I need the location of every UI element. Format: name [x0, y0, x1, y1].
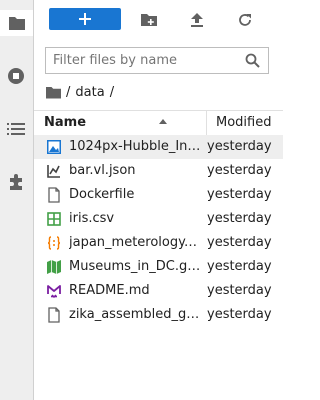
file-modified: yesterday	[207, 259, 272, 274]
markdown-icon	[46, 283, 62, 299]
extension-puzzle-icon[interactable]	[4, 170, 28, 194]
search-icon	[245, 53, 260, 68]
file-name: README.md	[69, 283, 150, 298]
file-name: Museums_in_DC.geojson	[69, 259, 201, 274]
file-icon	[46, 187, 62, 203]
map-icon	[46, 259, 62, 275]
file-row[interactable]: japan_meterology.json yesterday	[34, 231, 283, 255]
file-modified: yesterday	[207, 139, 272, 154]
json-icon	[46, 235, 62, 251]
table-of-contents-icon[interactable]	[4, 117, 28, 141]
sort-ascending-icon	[159, 119, 167, 124]
refresh-button[interactable]	[233, 8, 257, 32]
upload-button[interactable]	[185, 8, 209, 32]
image-icon	[46, 139, 62, 155]
breadcrumb-folder-data[interactable]: data	[75, 85, 104, 100]
spreadsheet-icon	[46, 211, 62, 227]
breadcrumb: / data /	[46, 83, 114, 101]
file-name: japan_meterology.json	[69, 235, 201, 250]
file-modified: yesterday	[207, 163, 272, 178]
file-row[interactable]: 1024px-Hubble_Interacting_Galaxy_AM_0500…	[34, 135, 283, 159]
file-row[interactable]: iris.csv yesterday	[34, 207, 283, 231]
file-modified: yesterday	[207, 211, 272, 226]
plus-icon	[79, 13, 91, 25]
filter-box	[45, 47, 269, 74]
file-list: 1024px-Hubble_Interacting_Galaxy_AM_0500…	[34, 135, 283, 327]
folder-tab-icon[interactable]	[0, 10, 33, 36]
running-tab-icon[interactable]	[4, 64, 28, 88]
file-row[interactable]: bar.vl.json yesterday	[34, 159, 283, 183]
breadcrumb-separator: /	[66, 84, 71, 100]
breadcrumb-separator: /	[109, 84, 115, 100]
file-row[interactable]: Museums_in_DC.geojson yesterday	[34, 255, 283, 279]
file-modified: yesterday	[207, 187, 272, 202]
file-name: bar.vl.json	[69, 163, 136, 178]
file-list-header: Name Modified	[34, 110, 283, 136]
file-browser-toolbar	[34, 0, 283, 40]
new-folder-button[interactable]	[137, 8, 161, 32]
new-folder-icon	[141, 14, 157, 26]
new-launcher-button[interactable]	[49, 8, 121, 30]
file-modified: yesterday	[207, 283, 272, 298]
left-sidebar	[0, 0, 34, 400]
upload-icon	[191, 13, 203, 27]
refresh-icon	[239, 14, 251, 26]
file-row[interactable]: README.md yesterday	[34, 279, 283, 303]
file-name: 1024px-Hubble_Interacting_Galaxy_AM_0500…	[69, 139, 201, 154]
file-modified: yesterday	[207, 307, 272, 322]
file-row[interactable]: zika_assembled_genomes.fasta yesterday	[34, 303, 283, 327]
file-name: zika_assembled_genomes.fasta	[69, 307, 201, 322]
file-browser-panel: / data / Name Modified 1024px-Hubble_Int…	[34, 0, 283, 400]
home-folder-icon[interactable]	[46, 86, 61, 99]
name-column-header[interactable]: Name	[44, 115, 86, 130]
filter-files-input[interactable]	[46, 48, 236, 73]
file-icon	[46, 307, 62, 323]
file-name: iris.csv	[69, 211, 115, 226]
file-row[interactable]: Dockerfile yesterday	[34, 183, 283, 207]
vega-chart-icon	[46, 163, 62, 179]
file-name: Dockerfile	[69, 187, 135, 202]
modified-column-header[interactable]: Modified	[216, 115, 271, 130]
file-modified: yesterday	[207, 235, 272, 250]
column-divider[interactable]	[206, 111, 207, 135]
